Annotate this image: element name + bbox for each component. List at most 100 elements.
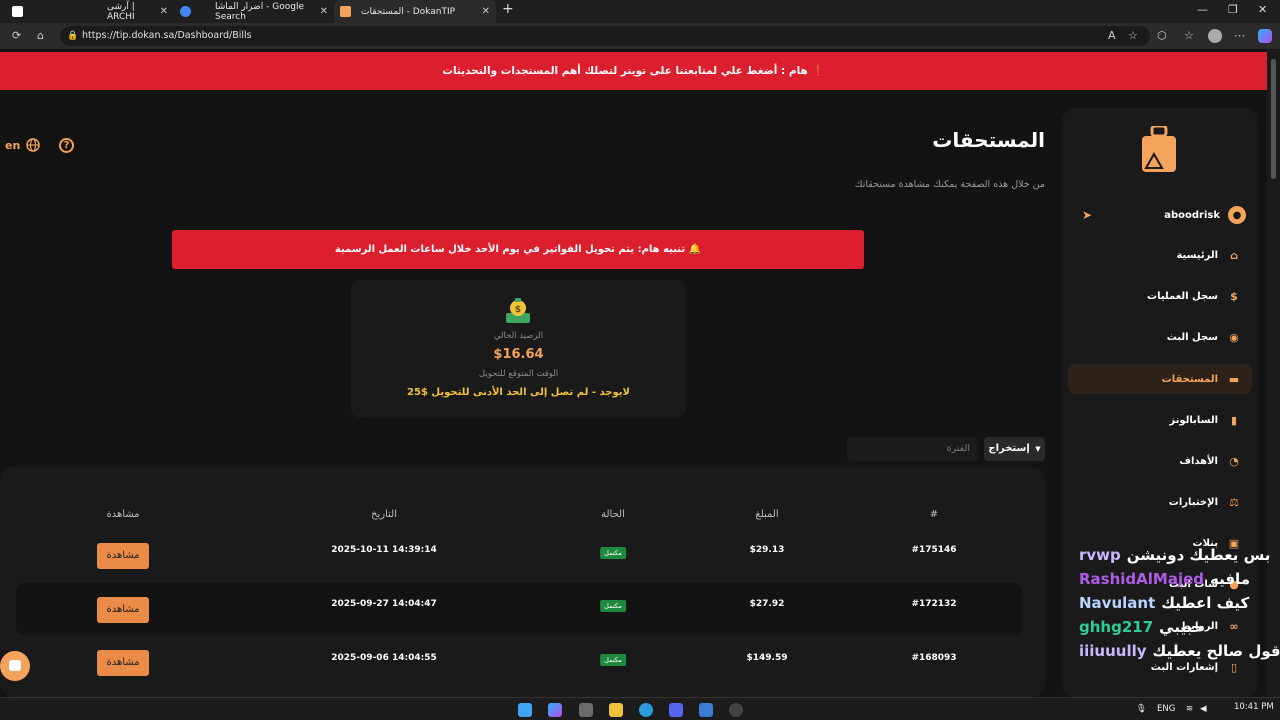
browser-tab-bar: آرشی | ARCHI ✕ اضرار الماشا - Google Sea… bbox=[0, 0, 1280, 23]
browser-tab[interactable]: اضرار الماشا - Google Search ✕ bbox=[174, 0, 334, 23]
copilot-icon[interactable] bbox=[1258, 29, 1272, 43]
page-title: المستحقات bbox=[932, 128, 1045, 152]
volume-icon[interactable]: ◀ bbox=[1200, 704, 1207, 714]
close-window-icon[interactable]: ✕ bbox=[1258, 3, 1267, 16]
edge-icon[interactable] bbox=[639, 703, 653, 717]
chat-message: Navulant كيف اعطيك bbox=[1079, 591, 1280, 615]
sidebar-item-label: سجل العمليات bbox=[1147, 290, 1218, 302]
send-icon[interactable]: ➤ bbox=[1082, 208, 1092, 222]
dollar-icon: $ bbox=[1230, 289, 1238, 303]
sidebar-item-label: الرئيسية bbox=[1176, 249, 1218, 261]
status-badge: مكتمل bbox=[600, 654, 626, 666]
chat-username: RashidAlMajed bbox=[1079, 570, 1205, 588]
dokan-favicon-icon bbox=[340, 6, 351, 17]
column-header-amount: المبلغ bbox=[755, 509, 779, 520]
restore-icon[interactable]: ❐ bbox=[1228, 3, 1238, 16]
minimize-icon[interactable]: — bbox=[1197, 3, 1208, 16]
browser-toolbar: ⟳ ⌂ 🔒 https://tip.dokan.sa/Dashboard/Bil… bbox=[0, 23, 1280, 49]
profile-avatar-icon[interactable] bbox=[1208, 29, 1222, 43]
tab-title: المستحقات - DokanTIP bbox=[361, 6, 456, 17]
home-icon: ⌂ bbox=[1230, 248, 1238, 262]
sidebar-item-label: الإختبارات bbox=[1168, 496, 1218, 508]
period-filter-input[interactable]: الفترة bbox=[847, 437, 978, 461]
column-header-status: الحالة bbox=[601, 509, 625, 520]
clock-time[interactable]: 10:41 PM bbox=[1234, 702, 1274, 712]
sidebar-item[interactable]: السابالونز ▮ bbox=[1068, 405, 1252, 435]
new-tab-icon[interactable]: + bbox=[502, 1, 514, 17]
home-browser-icon[interactable]: ⌂ bbox=[37, 29, 44, 42]
help-icon[interactable]: ? bbox=[59, 138, 74, 153]
pie-chart-icon: ◔ bbox=[1229, 454, 1239, 468]
user-avatar-icon: ● bbox=[1228, 206, 1246, 224]
tab-title: اضرار الماشا - Google Search bbox=[215, 1, 305, 22]
sidebar-item[interactable]: سجل البث ◉ bbox=[1068, 322, 1252, 352]
view-bill-button[interactable]: مشاهدة bbox=[97, 597, 149, 623]
wifi-icon[interactable]: ≋ bbox=[1186, 704, 1193, 714]
address-bar[interactable]: 🔒 https://tip.dokan.sa/Dashboard/Bills bbox=[60, 26, 1150, 46]
bill-amount: $149.59 bbox=[746, 653, 788, 663]
favorite-star-icon[interactable]: ☆ bbox=[1128, 29, 1138, 42]
chat-text: قول صالح يعطيك bbox=[1152, 642, 1280, 660]
close-tab-icon[interactable]: ✕ bbox=[482, 6, 490, 17]
close-tab-icon[interactable]: ✕ bbox=[160, 6, 168, 17]
table-row: #175146 $29.13 مكتمل 2025-10-11 14:39:14… bbox=[16, 525, 1022, 577]
google-icon bbox=[180, 6, 191, 17]
app-icon[interactable] bbox=[699, 703, 713, 717]
support-chat-button[interactable] bbox=[0, 651, 30, 681]
more-menu-icon[interactable]: ⋯ bbox=[1234, 29, 1245, 42]
chat-bubble-icon bbox=[9, 660, 21, 671]
view-bill-button[interactable]: مشاهدة bbox=[97, 543, 149, 569]
chat-username: ghhg217 bbox=[1079, 618, 1154, 636]
lock-icon: 🔒 bbox=[67, 31, 79, 41]
close-tab-icon[interactable]: ✕ bbox=[320, 6, 328, 17]
chat-username: rvwp bbox=[1079, 546, 1121, 564]
twitter-follow-banner[interactable]: ❗ هام : أضغط علي لمتابعتنا على تويتر لتص… bbox=[0, 52, 1267, 90]
copilot-taskbar-icon[interactable] bbox=[548, 703, 562, 717]
refresh-icon[interactable]: ⟳ bbox=[12, 29, 21, 42]
obs-icon[interactable] bbox=[729, 703, 743, 717]
store-icon[interactable] bbox=[579, 703, 593, 717]
bill-date: 2025-09-06 14:04:55 bbox=[331, 653, 437, 663]
page-subtitle: من خلال هذه الصفحة يمكنك مشاهدة مستحقاتك bbox=[854, 179, 1045, 190]
caret-down-icon: ▼ bbox=[1035, 445, 1041, 453]
status-badge: مكتمل bbox=[600, 547, 626, 559]
alert-text: 🔔 تنبيه هام: يتم تحويل الفواتير في يوم ا… bbox=[334, 244, 702, 255]
sidebar-item[interactable]: الرئيسية ⌂ bbox=[1068, 240, 1252, 270]
chat-message: RashidAlMajed مافيه bbox=[1079, 567, 1280, 591]
file-explorer-icon[interactable] bbox=[609, 703, 623, 717]
balance-card: $ الرصيد الحالي $16.64 الوقت المتوقع للت… bbox=[351, 280, 686, 418]
export-dropdown-button[interactable]: إستخراج ▼ bbox=[984, 437, 1045, 461]
bill-amount: $29.13 bbox=[749, 545, 785, 555]
browser-tab[interactable]: آرشی | ARCHI ✕ bbox=[6, 0, 174, 23]
current-balance-value: $16.64 bbox=[493, 347, 544, 362]
discord-icon[interactable] bbox=[669, 703, 683, 717]
period-placeholder: الفترة bbox=[946, 443, 970, 454]
money-bag-icon: $ bbox=[506, 298, 530, 323]
globe-icon bbox=[26, 138, 41, 152]
export-label: إستخراج bbox=[988, 443, 1030, 454]
svg-text:$: $ bbox=[515, 305, 521, 315]
collections-icon[interactable]: ☆ bbox=[1184, 29, 1194, 42]
sidebar-item[interactable]: الإختبارات ⚖ bbox=[1068, 487, 1252, 517]
chat-text: مافيه bbox=[1210, 570, 1250, 588]
column-header-date: التاريخ bbox=[371, 509, 397, 520]
microphone-icon[interactable]: 🎙 bbox=[1136, 704, 1147, 714]
sidebar-item[interactable]: الأهداف ◔ bbox=[1068, 446, 1252, 476]
language-switch[interactable]: en bbox=[5, 138, 41, 152]
sidebar-item[interactable]: المستحقات ▬ bbox=[1068, 364, 1252, 394]
broadcast-icon: ◉ bbox=[1229, 330, 1239, 344]
user-profile[interactable]: aboodrisk ● bbox=[1164, 206, 1246, 224]
sidebar-item[interactable]: سجل العمليات $ bbox=[1068, 281, 1252, 311]
tests-icon: ⚖ bbox=[1229, 495, 1239, 509]
windows-taskbar: 🎙 ENG ≋ ◀ 10:41 PM bbox=[0, 697, 1280, 720]
input-language[interactable]: ENG bbox=[1157, 704, 1175, 714]
windows-start-icon[interactable] bbox=[518, 703, 532, 717]
current-balance-label: الرصيد الحالي bbox=[493, 331, 544, 341]
sidebar-item-label: سجل البث bbox=[1166, 331, 1218, 343]
view-bill-button[interactable]: مشاهدة bbox=[97, 650, 149, 676]
extensions-icon[interactable]: ⬡ bbox=[1157, 29, 1167, 42]
bill-id: #175146 bbox=[911, 545, 957, 555]
sidebar-item-label: الأهداف bbox=[1179, 455, 1218, 467]
read-aloud-icon[interactable]: A bbox=[1108, 29, 1116, 42]
browser-tab-active[interactable]: المستحقات - DokanTIP ✕ bbox=[334, 0, 496, 23]
